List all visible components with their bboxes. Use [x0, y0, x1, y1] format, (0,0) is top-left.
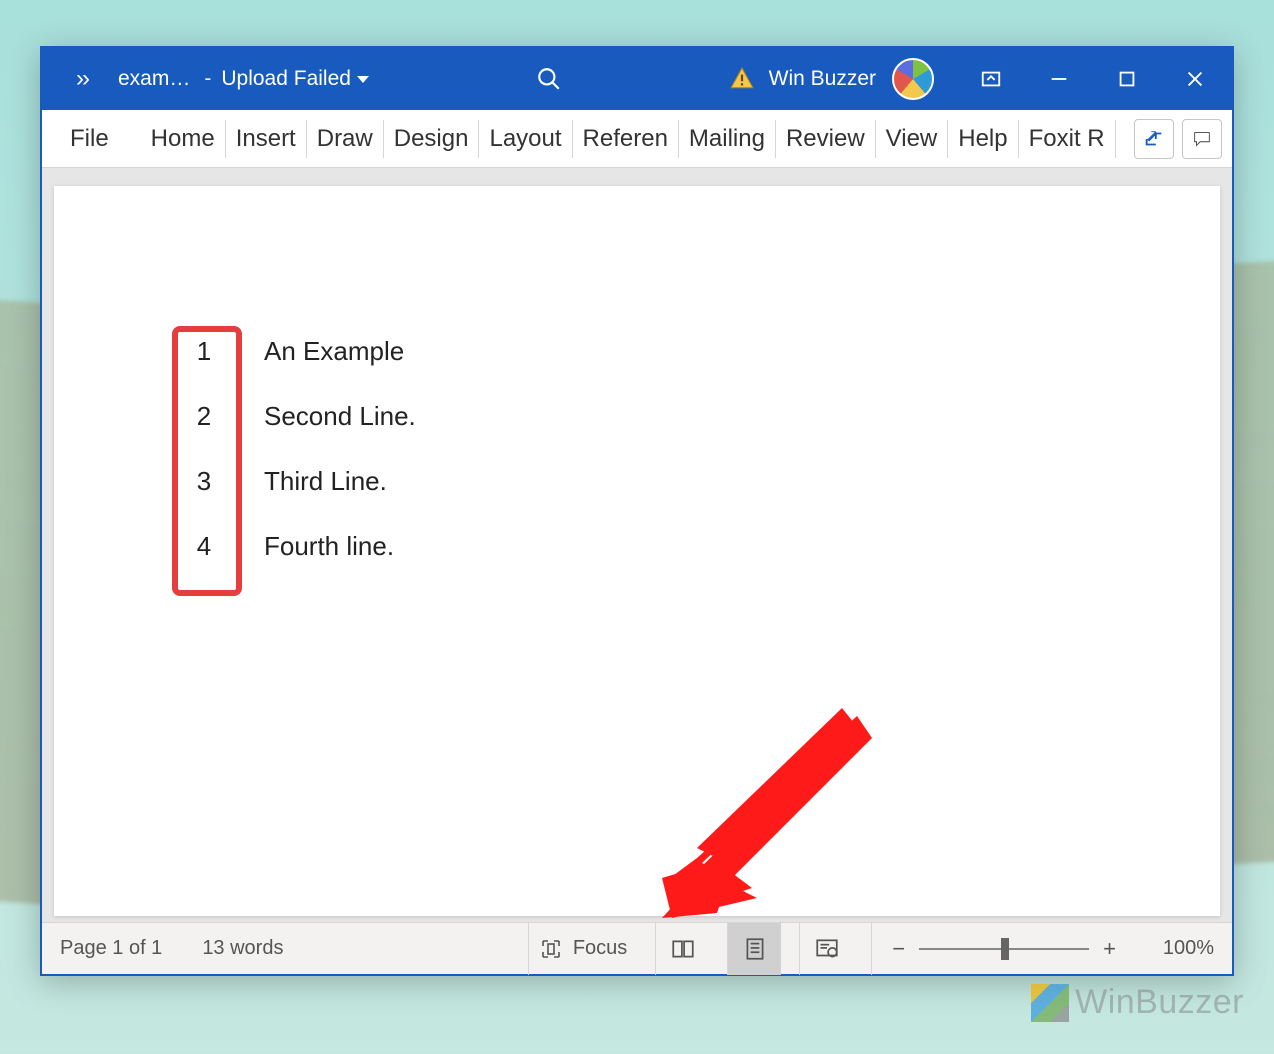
tab-mailings[interactable]: Mailing	[679, 120, 776, 158]
zoom-track[interactable]	[919, 948, 1089, 950]
upload-status-dropdown[interactable]: Upload Failed	[221, 67, 369, 91]
tab-design[interactable]: Design	[384, 120, 480, 158]
tab-draw[interactable]: Draw	[307, 120, 384, 158]
statusbar: Page 1 of 1 13 words Focus − + 100%	[42, 922, 1232, 974]
focus-mode-button[interactable]: Focus	[528, 923, 637, 975]
zoom-in-button[interactable]: +	[1099, 936, 1120, 962]
warning-icon[interactable]	[729, 66, 755, 92]
document-title-area[interactable]: exam… - Upload Failed	[114, 65, 369, 93]
zoom-slider: − +	[871, 923, 1136, 975]
tab-home[interactable]: Home	[141, 120, 226, 158]
avatar[interactable]	[892, 58, 934, 100]
read-mode-view-button[interactable]	[655, 923, 709, 975]
minimize-button[interactable]	[1030, 48, 1088, 110]
zoom-out-button[interactable]: −	[888, 936, 909, 962]
tab-help[interactable]: Help	[948, 120, 1018, 158]
document-page[interactable]: 1 An Example 2 Second Line. 3 Third Line…	[54, 186, 1220, 916]
share-button[interactable]	[1134, 119, 1174, 159]
line-text[interactable]: Third Line.	[264, 466, 387, 497]
line-number: 3	[174, 466, 234, 497]
zoom-thumb[interactable]	[1001, 938, 1009, 960]
comments-button[interactable]	[1182, 119, 1222, 159]
watermark: WinBuzzer	[1031, 983, 1244, 1022]
tab-file[interactable]: File	[60, 120, 119, 158]
tab-insert[interactable]: Insert	[226, 120, 307, 158]
document-line: 3 Third Line.	[174, 466, 1220, 497]
ribbon-display-options-button[interactable]	[962, 48, 1020, 110]
print-layout-view-button[interactable]	[727, 923, 781, 975]
tab-review[interactable]: Review	[776, 120, 876, 158]
close-button[interactable]	[1166, 48, 1224, 110]
line-text[interactable]: Second Line.	[264, 401, 416, 432]
page-indicator[interactable]: Page 1 of 1	[60, 937, 162, 960]
tab-view[interactable]: View	[876, 120, 949, 158]
document-line: 2 Second Line.	[174, 401, 1220, 432]
tab-foxit[interactable]: Foxit R	[1019, 120, 1116, 158]
document-area: 1 An Example 2 Second Line. 3 Third Line…	[42, 168, 1232, 922]
dash: -	[204, 67, 211, 91]
line-number: 4	[174, 531, 234, 562]
tab-layout[interactable]: Layout	[479, 120, 572, 158]
account-username[interactable]: Win Buzzer	[769, 67, 876, 91]
upload-status-label: Upload Failed	[221, 67, 351, 91]
line-text[interactable]: Fourth line.	[264, 531, 394, 562]
web-layout-view-button[interactable]	[799, 923, 853, 975]
zoom-percent[interactable]: 100%	[1154, 937, 1214, 960]
search-icon[interactable]	[526, 66, 572, 92]
watermark-text: WinBuzzer	[1075, 983, 1244, 1022]
word-window: ›› exam… - Upload Failed Win Buzzer	[40, 46, 1234, 976]
ribbon-tabs: File Home Insert Draw Design Layout Refe…	[42, 110, 1232, 168]
document-name: exam…	[114, 65, 194, 93]
quick-access-overflow[interactable]: ››	[60, 65, 104, 93]
tab-references[interactable]: Referen	[573, 120, 679, 158]
winbuzzer-logo-icon	[1031, 984, 1069, 1022]
word-count[interactable]: 13 words	[202, 937, 283, 960]
document-line: 1 An Example	[174, 336, 1220, 367]
chevron-down-icon	[357, 76, 369, 83]
focus-label: Focus	[573, 937, 627, 960]
document-line: 4 Fourth line.	[174, 531, 1220, 562]
line-number: 2	[174, 401, 234, 432]
titlebar: ›› exam… - Upload Failed Win Buzzer	[42, 48, 1232, 110]
line-text[interactable]: An Example	[264, 336, 404, 367]
maximize-button[interactable]	[1098, 48, 1156, 110]
line-number: 1	[174, 336, 234, 367]
